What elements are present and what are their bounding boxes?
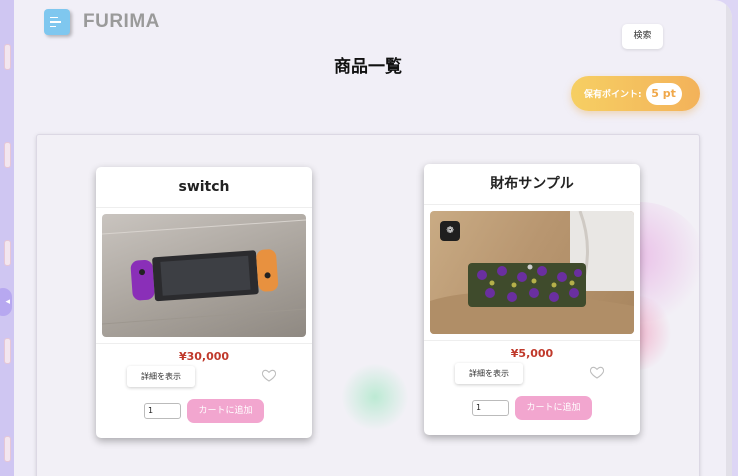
product-price: ¥5,000 <box>510 347 554 360</box>
product-image[interactable] <box>102 214 306 337</box>
product-price: ¥30,000 <box>178 350 230 363</box>
product-image[interactable]: ❁ <box>430 211 634 334</box>
main-page: FURIMA 検索 商品一覧 保有ポイント: 5 pt switch ¥30,0… <box>14 0 732 476</box>
product-name: 財布サンプル <box>424 164 640 205</box>
scrollbar-track[interactable] <box>726 0 732 476</box>
list-icon <box>44 9 70 35</box>
points-label: 保有ポイント: <box>584 90 642 100</box>
page-title: 商品一覧 <box>334 57 402 77</box>
left-side-strip: ◂ <box>0 0 14 476</box>
search-button[interactable]: 検索 <box>622 24 663 49</box>
side-panel-toggle-icon[interactable]: ◂ <box>0 288 12 316</box>
points-value: 5 pt <box>645 82 682 105</box>
side-tab[interactable] <box>4 338 11 364</box>
side-tab[interactable] <box>4 436 11 462</box>
decorative-blob <box>342 364 408 430</box>
view-details-button[interactable]: 詳細を表示 <box>127 366 195 387</box>
heart-icon[interactable] <box>589 364 605 380</box>
add-to-cart-button[interactable]: カートに追加 <box>187 399 264 423</box>
side-tab[interactable] <box>4 240 11 266</box>
quantity-input[interactable]: 1 <box>472 400 509 416</box>
points-badge: 保有ポイント: 5 pt <box>571 76 700 111</box>
side-tab[interactable] <box>4 142 11 168</box>
product-card: 財布サンプル ❁ ¥5,000 詳細を表示 1 カートに追加 <box>424 164 640 435</box>
add-to-cart-button[interactable]: カートに追加 <box>515 396 592 420</box>
quantity-input[interactable]: 1 <box>144 403 181 419</box>
product-card: switch ¥30,000 詳細を表示 1 カートに追加 <box>96 167 312 438</box>
brand-name: FURIMA <box>83 11 160 32</box>
image-badge-icon[interactable]: ❁ <box>440 221 460 241</box>
side-tab[interactable] <box>4 44 11 70</box>
wallet-photo-icon <box>430 211 634 334</box>
game-console-photo-icon <box>102 219 306 325</box>
heart-icon[interactable] <box>261 367 277 383</box>
view-details-button[interactable]: 詳細を表示 <box>455 363 523 384</box>
product-name: switch <box>96 167 312 208</box>
brand-logo[interactable]: FURIMA <box>44 9 160 35</box>
